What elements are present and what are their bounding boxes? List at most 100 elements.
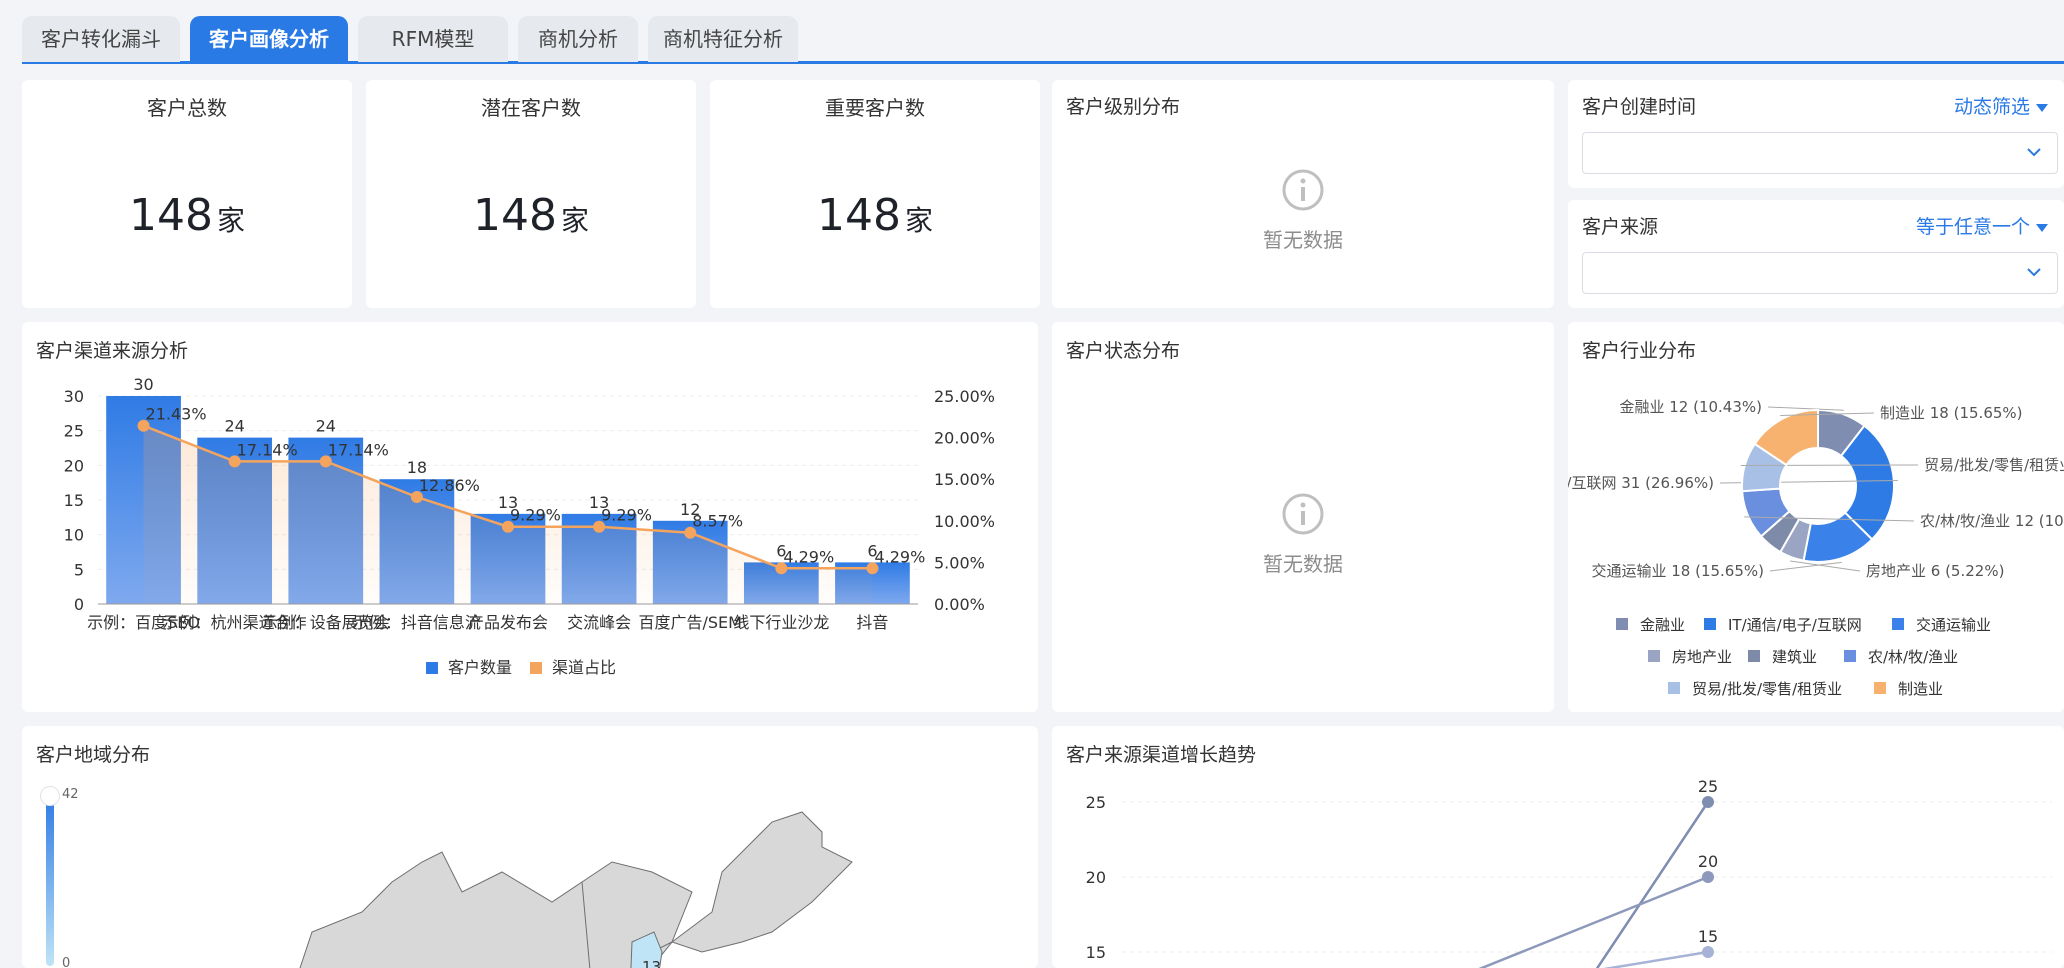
tab-rfm[interactable]: RFM模型 [358, 16, 508, 62]
line-point[interactable] [1702, 946, 1714, 958]
kpi-potential-customers: 潜在客户数 148 家 [366, 80, 696, 308]
kpi-value: 148 [473, 190, 557, 241]
slice-label: 交通运输业 18 (15.65%) [1591, 562, 1764, 580]
legend-swatch[interactable] [1844, 650, 1856, 662]
legend-swatch[interactable] [1748, 650, 1760, 662]
line-value-label: 20 [1698, 852, 1718, 871]
channel-chart: 0 5 10 15 20 25 30 0.00% 5.00% 10.00% 15.00% 20.00%… [64, 375, 995, 677]
kpi-value: 148 [129, 190, 213, 241]
bar-value-label: 24 [224, 417, 244, 436]
filter-mode-dropdown[interactable]: 动态筛选 [1954, 92, 2048, 119]
scale-max-handle[interactable] [40, 786, 60, 806]
legend-swatch[interactable] [1892, 618, 1904, 630]
source-select[interactable] [1582, 252, 2058, 294]
filter-mode-dropdown[interactable]: 等于任意一个 [1916, 212, 2048, 239]
china-map[interactable]: 13 [252, 792, 952, 968]
line-value-label: 15 [1698, 927, 1718, 946]
slice-leader-line [1767, 406, 1844, 411]
x-tick-label: 百度广告/SEM [638, 613, 741, 632]
panel-title: 客户级别分布 [1066, 96, 1181, 118]
kpi-unit: 家 [216, 204, 245, 237]
y-tick-label: 25 [1086, 793, 1106, 812]
y-tick-label: 5 [74, 560, 84, 579]
line-value-label: 12.86% [419, 476, 480, 495]
legend-swatch[interactable] [530, 662, 542, 674]
kpi-title: 客户总数 [147, 96, 227, 120]
line-value-label: 25 [1698, 777, 1718, 796]
tab-customer-profile[interactable]: 客户画像分析 [190, 16, 348, 62]
y2-tick-label: 10.00% [934, 512, 995, 531]
y-tick-label: 0 [74, 595, 84, 614]
tab-opportunity-features[interactable]: 商机特征分析 [648, 16, 798, 62]
line-point[interactable] [1702, 796, 1714, 808]
legend-label[interactable]: 金融业 [1640, 616, 1685, 634]
kpi-unit: 家 [560, 204, 589, 237]
create-time-select[interactable] [1582, 132, 2058, 174]
legend-label[interactable]: 客户数量 [448, 658, 512, 677]
legend-swatch[interactable] [1668, 682, 1680, 694]
y-tick-label: 10 [64, 526, 84, 545]
level-distribution-panel: 客户级别分布 暂无数据 [1052, 80, 1554, 308]
y2-tick-label: 15.00% [934, 470, 995, 489]
bar-value-label: 30 [133, 375, 153, 394]
legend-label[interactable]: 房地产业 [1672, 648, 1732, 666]
line-value-label: 4.29% [874, 547, 925, 566]
legend-swatch[interactable] [426, 662, 438, 674]
caret-down-icon [2036, 104, 2048, 112]
bar-value-label: 18 [407, 458, 427, 477]
slice-label: 制造业 18 (15.65%) [1880, 404, 2023, 422]
filter-source: 客户来源 等于任意一个 [1568, 200, 2064, 308]
kpi-title: 潜在客户数 [481, 96, 581, 120]
x-tick-label: 线下行业沙龙 [733, 613, 829, 632]
line-point[interactable] [1702, 871, 1714, 883]
line-value-label: 9.29% [510, 506, 561, 525]
legend-swatch[interactable] [1616, 618, 1628, 630]
series-line [1602, 950, 1709, 968]
chevron-down-icon [2027, 268, 2041, 277]
legend-label[interactable]: 贸易/批发/零售/租赁业 [1692, 680, 1842, 698]
legend-label[interactable]: 交通运输业 [1916, 616, 1991, 634]
legend-swatch[interactable] [1874, 682, 1886, 694]
legend-label[interactable]: 渠道占比 [552, 658, 616, 677]
y2-tick-label: 5.00% [934, 553, 985, 572]
slice-label: 农/林/牧/渔业 12 (10.43%) [1920, 512, 2064, 530]
filter-title: 客户来源 [1582, 216, 1659, 238]
y-tick-label: 20 [64, 456, 84, 475]
x-tick-label: 示例：抖音信息流 [353, 613, 481, 632]
scale-max-label: 42 [62, 787, 79, 802]
y2-tick-label: 0.00% [934, 595, 985, 614]
region-scale-bar [46, 796, 54, 966]
filter-mode-label: 等于任意一个 [1915, 216, 2030, 238]
legend-swatch[interactable] [1704, 618, 1716, 630]
line-value-label: 4.29% [783, 547, 834, 566]
x-tick-label: 抖音 [856, 613, 888, 632]
region-distribution-panel: 客户地域分布 42 0 13 [22, 726, 1038, 968]
bar-value-label: 24 [316, 417, 336, 436]
tab-conversion-funnel[interactable]: 客户转化漏斗 [22, 16, 180, 62]
y2-tick-label: 20.00% [934, 429, 995, 448]
kpi-title: 重要客户数 [825, 96, 925, 120]
series-line [1478, 875, 1709, 968]
legend-label[interactable]: IT/通信/电子/互联网 [1728, 616, 1862, 634]
filter-panel: 客户创建时间 动态筛选 客户来源 等于任意一个 [1568, 80, 2064, 308]
y-tick-label: 20 [1086, 868, 1106, 887]
y-tick-label: 25 [64, 422, 84, 441]
trend-panel: 客户来源渠道增长趋势 15 20 25 25 20 15 [1052, 726, 2064, 968]
tab-opportunity[interactable]: 商机分析 [518, 16, 638, 62]
line-value-label: 9.29% [601, 506, 652, 525]
map-region-northeast [670, 811, 853, 953]
legend-swatch[interactable] [1648, 650, 1660, 662]
line-value-label: 21.43% [146, 405, 207, 424]
slice-label: 金融业 12 (10.43%) [1619, 398, 1762, 416]
legend-label[interactable]: 制造业 [1898, 680, 1943, 698]
status-distribution-panel: 客户状态分布 暂无数据 [1052, 322, 1554, 712]
y-tick-label: 30 [64, 387, 84, 406]
trend-chart: 15 20 25 25 20 15 [1086, 777, 2052, 968]
y-tick-label: 15 [1086, 943, 1106, 962]
slice-label: 贸易/批发/零售/租赁业 12 (10.43%) [1924, 456, 2064, 474]
legend-label[interactable]: 农/林/牧/渔业 [1868, 648, 1958, 666]
x-tick-label: 交流峰会 [567, 613, 631, 632]
line-value-label: 17.14% [328, 440, 389, 459]
legend-label[interactable]: 建筑业 [1772, 648, 1817, 666]
scale-min-label: 0 [62, 956, 71, 968]
